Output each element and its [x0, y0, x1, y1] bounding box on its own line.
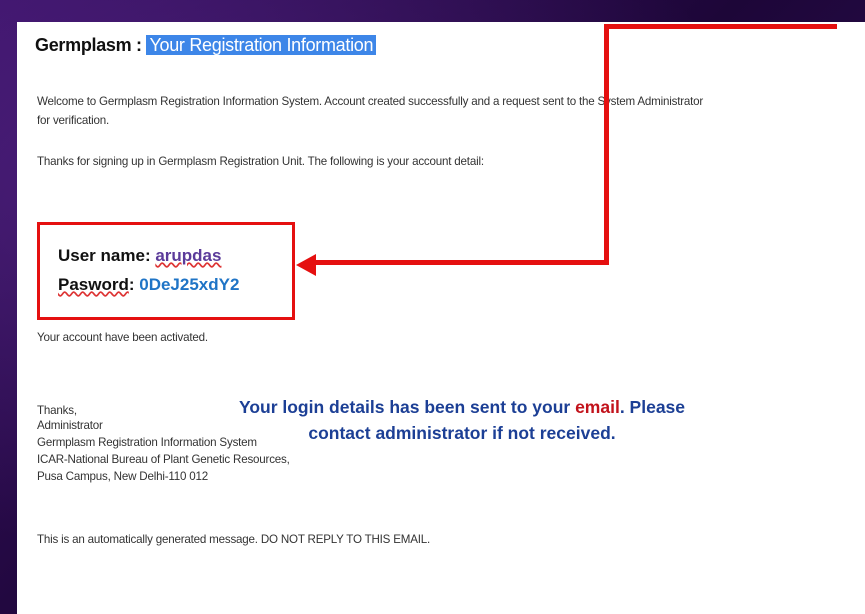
password-row: Pasword: 0DeJ25xdY2 [58, 275, 239, 295]
arrow-segment-top [604, 24, 837, 29]
notice-text-end: . Please [619, 397, 686, 417]
heading-prefix: Germplasm : [35, 35, 147, 55]
notice-email-word: email [575, 397, 620, 417]
arrow-segment-vertical [604, 24, 609, 265]
email-message-panel: Germplasm : Your Registration Informatio… [17, 22, 865, 614]
notice-line-2: contact administrator if not received. [308, 423, 616, 443]
password-label: Pasword [58, 275, 129, 294]
signature-administrator: Administrator [37, 419, 103, 432]
account-activated-text: Your account have been activated. [37, 331, 208, 344]
notice-line-1: Your login details has been sent to your… [202, 394, 722, 420]
signature-address: Pusa Campus, New Delhi-110 012 [37, 470, 209, 483]
username-value: arupdas [155, 246, 222, 265]
login-details-notice: Your login details has been sent to your… [202, 394, 722, 446]
signature-organization: Germplasm Registration Information Syste… [37, 436, 257, 449]
credentials-callout-box: User name: arupdas Pasword: 0DeJ25xdY2 [37, 222, 295, 320]
arrow-segment-horizontal [312, 260, 609, 265]
heading-highlighted-title: Your Registration Information [146, 35, 377, 55]
signature-thanks: Thanks, [37, 404, 77, 417]
username-separator: : [144, 246, 156, 265]
signature-bureau: ICAR-National Bureau of Plant Genetic Re… [37, 453, 290, 466]
password-value: 0DeJ25xdY2 [139, 275, 240, 294]
signup-thanks-text: Thanks for signing up in Germplasm Regis… [37, 155, 484, 168]
username-row: User name: arupdas [58, 246, 221, 266]
email-heading: Germplasm : Your Registration Informatio… [35, 35, 377, 56]
auto-generated-notice: This is an automatically generated messa… [37, 533, 431, 546]
notice-text-start: Your login details has been sent to your [238, 397, 576, 417]
arrow-head-icon [296, 254, 316, 276]
password-separator: : [128, 275, 140, 294]
username-label: User name [58, 246, 145, 265]
